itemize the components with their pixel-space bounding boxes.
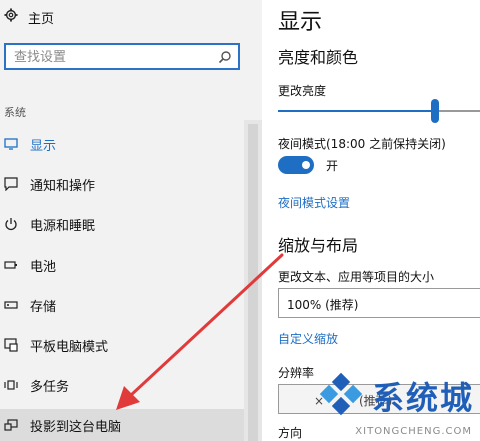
sidebar-item-notifications[interactable]: 通知和操作 <box>0 168 244 200</box>
sidebar-item-label: 电池 <box>30 259 57 275</box>
sidebar-item-battery[interactable]: 电池 <box>0 249 244 281</box>
slider-fill <box>278 110 432 112</box>
scale-dropdown[interactable]: 100% (推荐) <box>278 288 480 318</box>
multitask-icon <box>4 378 18 392</box>
sidebar-item-label: 多任务 <box>30 379 70 395</box>
brightness-heading: 亮度和颜色 <box>278 48 359 67</box>
watermark-text: 系统城 <box>371 379 474 417</box>
toggle-knob <box>302 161 310 169</box>
night-mode-settings-link[interactable]: 夜间模式设置 <box>278 194 350 211</box>
gear-icon <box>4 8 18 26</box>
brightness-label: 更改亮度 <box>278 84 327 98</box>
night-mode-toggle[interactable] <box>278 156 314 174</box>
night-mode-label: 夜间模式(18:00 之前保持关闭) <box>278 137 446 151</box>
storage-icon <box>4 298 18 312</box>
search-input[interactable] <box>12 45 216 70</box>
search-box[interactable] <box>4 43 240 70</box>
slider-thumb[interactable] <box>431 99 439 123</box>
sidebar-item-label: 存储 <box>30 299 57 315</box>
scrollbar-thumb[interactable] <box>248 124 258 441</box>
orientation-label: 方向 <box>278 426 303 440</box>
slider-track <box>438 110 480 112</box>
sidebar-item-power[interactable]: 电源和睡眠 <box>0 208 244 240</box>
section-label-system: 系统 <box>4 106 26 119</box>
sidebar-item-label: 电源和睡眠 <box>30 218 96 234</box>
watermark: 系统城 <box>318 371 474 421</box>
scale-heading: 缩放与布局 <box>278 236 359 255</box>
night-mode-state: 开 <box>326 159 339 173</box>
tablet-icon <box>4 338 18 352</box>
page-title: 显示 <box>278 10 323 35</box>
sidebar-item-display[interactable]: 显示 <box>0 128 244 160</box>
project-icon <box>4 418 18 432</box>
scale-label: 更改文本、应用等项目的大小 <box>278 270 435 284</box>
search-icon[interactable] <box>218 49 232 64</box>
sidebar-item-label: 通知和操作 <box>30 178 96 194</box>
sidebar: 主页 系统 显示 通知和操作 电源和睡眠 电池 <box>0 0 262 441</box>
notification-icon <box>4 177 18 191</box>
resolution-label: 分辨率 <box>278 366 315 380</box>
sidebar-item-label: 显示 <box>30 138 57 154</box>
monitor-icon <box>4 137 18 151</box>
sidebar-item-storage[interactable]: 存储 <box>0 289 244 321</box>
sidebar-item-project-to-pc[interactable]: 投影到这台电脑 <box>0 409 262 441</box>
power-icon <box>4 217 18 231</box>
battery-icon <box>4 258 18 272</box>
watermark-logo-icon <box>318 371 364 421</box>
home-label: 主页 <box>28 11 55 27</box>
home-item[interactable]: 主页 <box>4 8 55 27</box>
sidebar-item-multitasking[interactable]: 多任务 <box>0 369 244 401</box>
watermark-url: XITONGCHENG.COM <box>355 426 472 437</box>
sidebar-item-label: 投影到这台电脑 <box>30 419 122 435</box>
sidebar-item-label: 平板电脑模式 <box>30 339 109 355</box>
custom-scaling-link[interactable]: 自定义缩放 <box>278 330 338 347</box>
sidebar-item-tablet-mode[interactable]: 平板电脑模式 <box>0 329 244 361</box>
